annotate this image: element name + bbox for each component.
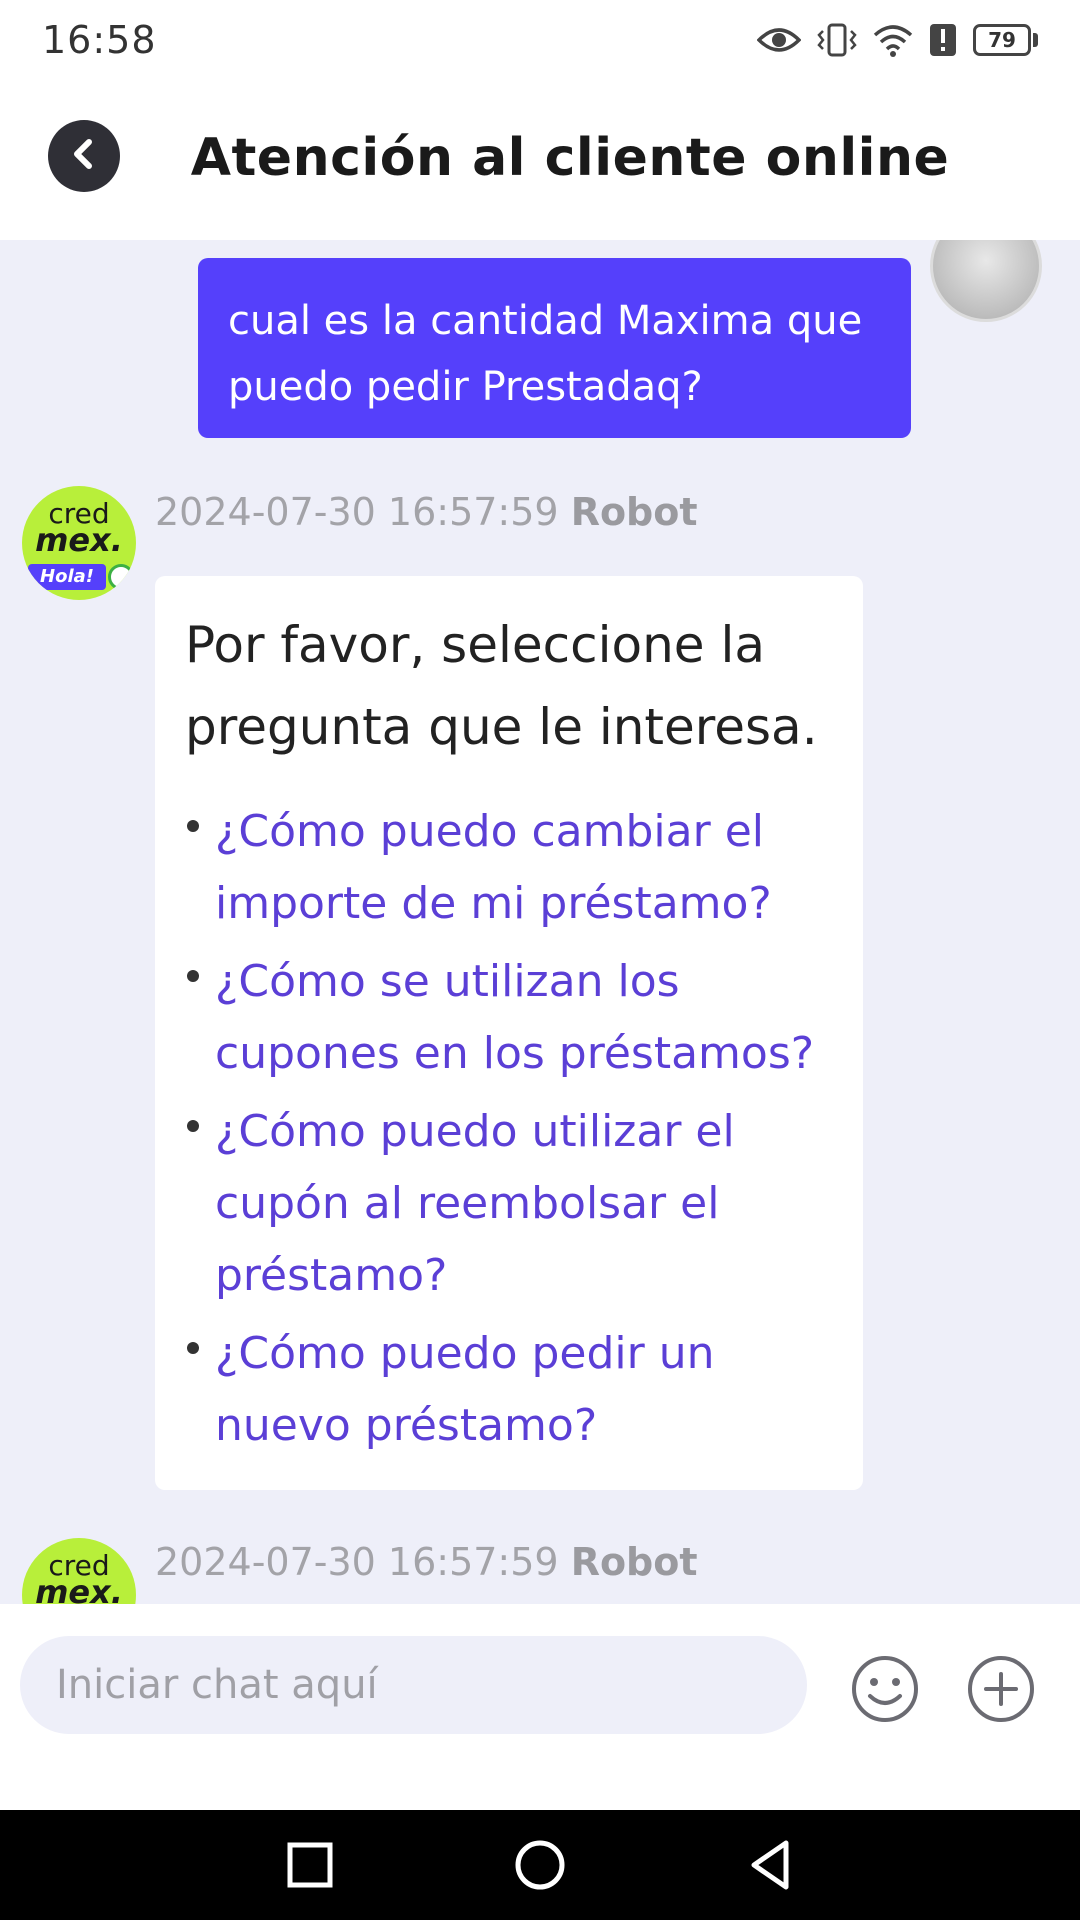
message-sender: Robot (570, 1540, 698, 1584)
user-message-bubble: cual es la cantidad Maxima que puedo ped… (198, 258, 911, 438)
vibrate-icon (817, 23, 857, 57)
user-avatar[interactable] (930, 240, 1042, 322)
chat-area[interactable]: cual es la cantidad Maxima que puedo ped… (0, 240, 1080, 1604)
recents-button[interactable] (280, 1835, 340, 1895)
battery-icon: 79 (973, 24, 1038, 56)
screen: 16:58 79 Atención al cliente online cual… (0, 0, 1080, 1920)
navigation-bar (0, 1810, 1080, 1920)
faq-link[interactable]: ¿Cómo puedo utilizar el cupón al reembol… (185, 1096, 833, 1312)
circle-home-icon (510, 1840, 570, 1899)
bot-avatar[interactable]: cred mex. Hola! (22, 486, 136, 600)
triangle-back-icon (740, 1840, 800, 1899)
message-meta: 2024-07-30 16:57:59 Robot (155, 1540, 698, 1584)
page-title: Atención al cliente online (190, 128, 950, 188)
plus-circle-icon (966, 1656, 1036, 1728)
emoji-button[interactable] (850, 1654, 920, 1724)
faq-link[interactable]: ¿Cómo puedo cambiar el importe de mi pré… (185, 796, 833, 940)
bot-avatar[interactable]: cred mex. (22, 1538, 136, 1604)
battery-level: 79 (973, 24, 1031, 56)
status-bar: 16:58 79 (0, 0, 1080, 80)
faq-list: ¿Cómo puedo cambiar el importe de mi pré… (185, 796, 833, 1462)
eye-icon (757, 25, 801, 55)
home-button[interactable] (510, 1835, 570, 1895)
plus-button[interactable] (966, 1654, 1036, 1724)
nav-back-button[interactable] (740, 1835, 800, 1895)
status-icons: 79 (757, 23, 1038, 57)
message-timestamp: 2024-07-30 16:57:59 (155, 1540, 559, 1584)
bot-intro-text: Por favor, seleccione la pregunta que le… (185, 616, 818, 756)
status-time: 16:58 (42, 18, 157, 62)
smiley-icon (850, 1656, 920, 1728)
input-bar (0, 1604, 1080, 1810)
faq-link[interactable]: ¿Cómo puedo pedir un nuevo préstamo? (185, 1318, 833, 1462)
bot-message-bubble: Por favor, seleccione la pregunta que le… (155, 576, 863, 1490)
chat-input[interactable] (20, 1636, 807, 1734)
message-sender: Robot (570, 490, 698, 534)
alert-icon (929, 23, 957, 57)
faq-link[interactable]: ¿Cómo se utilizan los cupones en los pré… (185, 946, 833, 1090)
wifi-icon (873, 23, 913, 57)
header: Atención al cliente online (0, 80, 1080, 240)
square-recents-icon (280, 1842, 340, 1899)
message-meta: 2024-07-30 16:57:59 Robot (155, 490, 698, 534)
message-timestamp: 2024-07-30 16:57:59 (155, 490, 559, 534)
